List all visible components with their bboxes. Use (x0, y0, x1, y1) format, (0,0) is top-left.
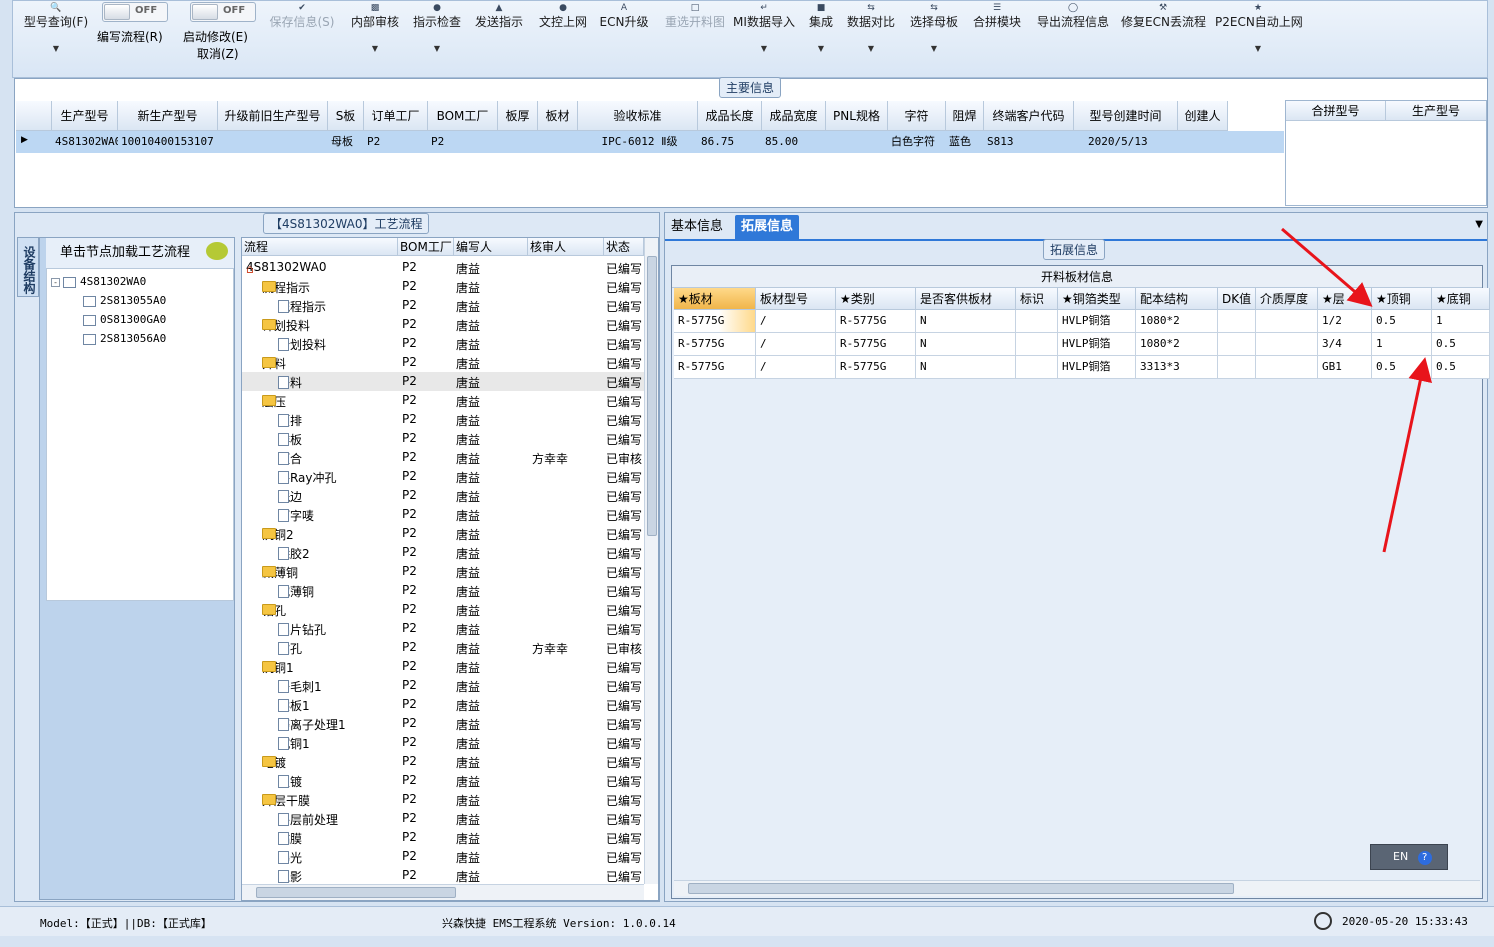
annotation-overlay (1281, 227, 1433, 553)
annotation-arrow-top-copper (1281, 227, 1373, 307)
app-version: 兴森快捷 EMS工程系统 Version: 1.0.0.14 (442, 917, 676, 930)
status-bar: Model:【正式】||DB:【正式库】 兴森快捷 EMS工程系统 Versio… (0, 906, 1494, 936)
annotation-arrow-bottom-copper (1382, 357, 1433, 553)
datetime: 2020-05-20 15:33:43 (1342, 915, 1468, 928)
environment-status: Model:【正式】||DB:【正式库】 (40, 917, 212, 930)
clock-icon (1314, 912, 1332, 930)
